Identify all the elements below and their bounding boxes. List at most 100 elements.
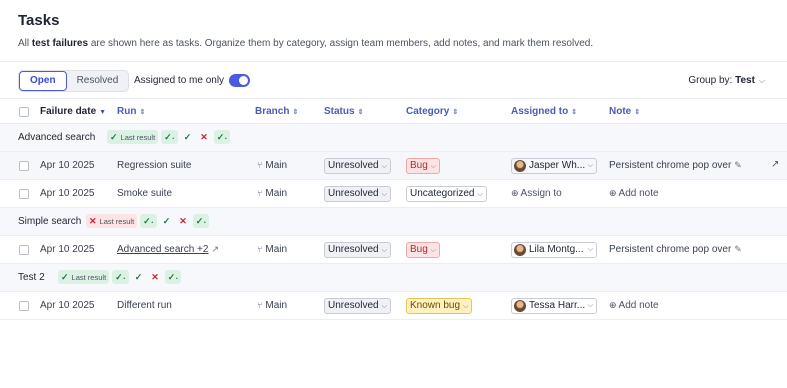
row-checkbox[interactable] [19,301,29,311]
result-pass-badge[interactable]: ✓ [132,270,146,284]
group-row-test-2: Test 2 ✓ Last result ✓˖ ✓ ✕ ✓˖ [0,264,787,292]
note-text[interactable]: Persistent chrome pop over ✎ [609,160,742,171]
group-by-dropdown[interactable]: Group by: Test ⌵ [688,75,765,86]
tab-resolved[interactable]: Resolved [67,71,129,91]
run-name: Different run [117,300,172,311]
result-flaky-badge[interactable]: ✓˖ [161,130,178,144]
status-select[interactable]: Unresolved ⌵ [324,298,391,314]
assignee-select[interactable]: Jasper Wh... ⌵ [511,158,597,174]
page-title: Tasks [18,12,60,29]
select-all-checkbox[interactable] [19,107,29,117]
assign-to-button[interactable]: ⊕ Assign to [511,188,562,199]
x-icon: ✕ [89,215,97,226]
table-header: Failure date ▼ Run ⇕ Branch ⇕ Status ⇕ Categ… [0,99,787,124]
table-row[interactable]: Apr 10 2025 Regression suite ⑂ Main Unres… [0,152,787,180]
status-select[interactable]: Unresolved ⌵ [324,186,391,202]
git-branch-icon: ⑂ [257,300,263,310]
assignee-select[interactable]: Lila Montg... ⌵ [511,242,597,258]
column-note[interactable]: Note ⇕ [609,106,640,117]
column-status[interactable]: Status ⇕ [324,106,363,117]
result-fail-badge[interactable]: ✕ [197,130,211,144]
avatar [514,300,526,312]
chevron-down-icon: ⌵ [587,302,593,309]
category-select[interactable]: Bug ⌵ [406,158,441,174]
result-flaky-badge[interactable]: ✓˖ [164,270,182,284]
last-results: ✓ Last result ✓˖ ✓ ✕ ✓˖ [107,130,231,144]
group-name: Test 2 [18,272,45,283]
result-flaky-badge[interactable]: ✓˖ [140,214,157,228]
chevron-down-icon: ⌵ [758,76,765,85]
run-link[interactable]: Advanced search +2 ↗ [117,244,219,255]
result-pass-badge[interactable]: ✓ Last result [58,270,110,284]
plus-circle-icon: ⊕ [609,300,617,310]
column-failure-date[interactable]: Failure date ▼ [40,106,106,117]
chevron-down-icon: ⌵ [430,163,437,170]
plus-circle-icon: ⊕ [609,188,617,198]
avatar [514,244,526,256]
result-flaky-badge[interactable]: ✓˖ [112,270,129,284]
failure-date: Apr 10 2025 [40,244,95,255]
failure-date: Apr 10 2025 [40,188,95,199]
git-branch-icon: ⑂ [257,160,263,170]
check-icon: ✓ [162,215,171,226]
assigned-to-me-switch[interactable] [229,74,250,87]
group-name: Advanced search [18,132,96,143]
add-note-button[interactable]: ⊕ Add note [609,300,659,311]
chevron-down-icon: ⌵ [477,191,483,198]
result-flaky-badge[interactable]: ✓˖ [192,214,210,228]
last-results: ✕ Last result ✓˖ ✓ ✕ ✓˖ [86,214,210,228]
sort-icon: ⇕ [634,109,641,116]
x-icon: ✕ [151,271,159,282]
add-note-button[interactable]: ⊕ Add note [609,188,659,199]
failure-date: Apr 10 2025 [40,300,95,311]
column-category[interactable]: Category ⇕ [406,106,458,117]
sort-desc-icon: ▼ [99,109,107,116]
table-row[interactable]: Apr 10 2025 Advanced search +2 ↗ ⑂ Main Un… [0,236,787,264]
note-text[interactable]: Persistent chrome pop over ✎ [609,244,742,255]
status-select[interactable]: Unresolved ⌵ [324,242,391,258]
row-checkbox[interactable] [19,245,29,255]
result-pass-badge[interactable]: ✓ Last result [107,130,159,144]
external-link-icon: ↗ [211,244,219,254]
row-checkbox[interactable] [19,189,29,199]
failure-date: Apr 10 2025 [40,160,95,171]
open-external-icon[interactable]: ↗ [771,159,779,170]
check-flaky-icon: ✓˖ [216,131,228,142]
x-icon: ✕ [200,131,208,142]
page-header: Tasks All test failures are shown here a… [0,0,787,62]
check-flaky-icon: ✓˖ [164,131,175,142]
git-branch-icon: ⑂ [257,244,263,254]
sort-icon: ⇕ [452,109,459,116]
check-flaky-icon: ✓˖ [195,215,207,226]
branch: ⑂ Main [257,244,288,255]
result-pass-badge[interactable]: ✓ [181,130,195,144]
result-flaky-badge[interactable]: ✓˖ [213,130,231,144]
column-branch[interactable]: Branch ⇕ [255,106,298,117]
open-resolved-toggle: Open Resolved [18,70,130,92]
status-select[interactable]: Unresolved ⌵ [324,158,391,174]
edit-icon: ✎ [734,160,742,170]
tab-open[interactable]: Open [19,71,67,91]
page-description: All test failures are shown here as task… [18,38,594,49]
row-checkbox[interactable] [19,161,29,171]
chevron-down-icon: ⌵ [430,247,437,254]
check-flaky-icon: ✓˖ [167,271,179,282]
result-pass-badge[interactable]: ✓ [160,214,174,228]
check-icon: ✓ [61,271,69,282]
column-assigned-to[interactable]: Assigned to ⇕ [511,106,577,117]
table-row[interactable]: Apr 10 2025 Smoke suite ⑂ Main Unresolved… [0,180,787,208]
category-select[interactable]: Bug ⌵ [406,242,441,258]
category-select[interactable]: Known bug ⌵ [406,298,473,314]
result-fail-badge[interactable]: ✕ [176,214,190,228]
edit-icon: ✎ [734,244,742,254]
category-select[interactable]: Uncategorized ⌵ [406,186,487,202]
assignee-select[interactable]: Tessa Harr... ⌵ [511,298,597,314]
run-name: Regression suite [117,160,192,171]
table-row[interactable]: Apr 10 2025 Different run ⑂ Main Unresolv… [0,292,787,320]
chevron-down-icon: ⌵ [381,191,387,198]
result-fail-badge[interactable]: ✕ Last result [86,214,138,228]
column-run[interactable]: Run ⇕ [117,106,145,117]
result-fail-badge[interactable]: ✕ [148,270,162,284]
group-name: Simple search [18,216,82,227]
branch: ⑂ Main [257,160,288,171]
